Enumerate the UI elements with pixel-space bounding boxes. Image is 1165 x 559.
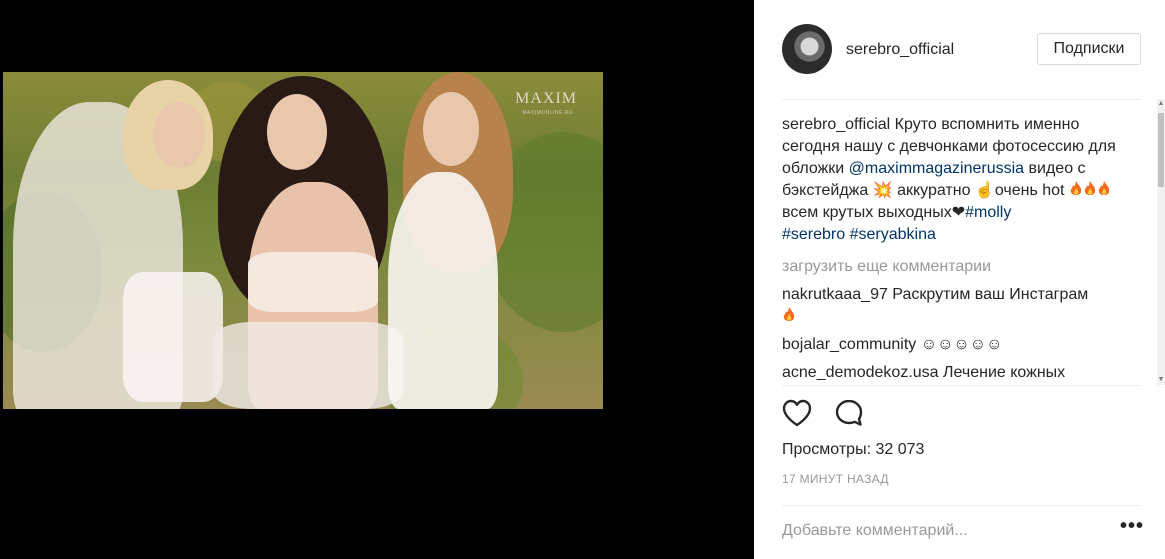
comment-username[interactable]: nakrutkaaa_97 [782, 286, 888, 303]
comment: acne_demodekoz.usa Лечение кожных [782, 362, 1154, 384]
comment-text: Лечение кожных [938, 364, 1066, 381]
comment: bojalar_community ☺☺☺☺☺ [782, 334, 1154, 356]
comments-scrollbar[interactable]: ▲ ▼ [1157, 99, 1165, 385]
post-caption: serebro_official Круто вспомнить именно … [782, 114, 1122, 246]
post-username[interactable]: serebro_official [846, 41, 954, 59]
video-player[interactable]: MAXIM MAXIMONLINE.RU [3, 72, 603, 409]
more-options-icon[interactable]: ••• [1119, 516, 1145, 540]
fire-emoji-icon [1098, 181, 1110, 195]
scroll-up-arrow-icon[interactable]: ▲ [1157, 99, 1165, 109]
divider [782, 385, 1141, 386]
load-more-comments-link[interactable]: загрузить еще комментарии [782, 256, 1154, 278]
divider [782, 99, 1141, 100]
comment-text: Раскрутим ваш Инстаграм [887, 286, 1089, 303]
caption-username[interactable]: serebro_official [782, 116, 890, 133]
view-count: Просмотры: 32 073 [782, 441, 925, 458]
divider [782, 505, 1141, 506]
post-header: serebro_official Подписки [754, 0, 1165, 99]
comment-username[interactable]: bojalar_community [782, 336, 916, 353]
caption-hashtag[interactable]: #serebro [782, 226, 845, 243]
comments-list: serebro_official Круто вспомнить именно … [782, 114, 1154, 384]
caption-text-3: всем крутых выходных❤ [782, 204, 966, 221]
following-button[interactable]: Подписки [1037, 33, 1141, 65]
comment-username[interactable]: acne_demodekoz.usa [782, 364, 939, 381]
media-area: MAXIM MAXIMONLINE.RU [0, 0, 754, 559]
post-panel: serebro_official Подписки serebro_offici… [754, 0, 1165, 559]
fire-emoji-icon [1070, 181, 1082, 195]
comment: nakrutkaaa_97 Раскрутим ваш Инстаграм [782, 284, 1154, 328]
fire-emoji-icon [783, 307, 795, 321]
caption-hashtag[interactable]: #molly [965, 204, 1011, 221]
video-watermark-subtitle: MAXIMONLINE.RU [522, 110, 573, 116]
comment-text: ☺☺☺☺☺ [916, 336, 1003, 353]
speech-bubble-icon[interactable] [834, 398, 864, 428]
fire-emoji-icon [1084, 181, 1096, 195]
avatar[interactable] [782, 24, 832, 74]
scrollbar-thumb[interactable] [1158, 113, 1164, 187]
heart-icon[interactable] [781, 398, 813, 428]
add-comment-input[interactable] [782, 519, 1092, 543]
video-watermark: MAXIM [515, 90, 577, 107]
post-timestamp: 17 МИНУТ НАЗАД [782, 472, 889, 486]
scroll-down-arrow-icon[interactable]: ▼ [1157, 375, 1165, 385]
caption-hashtag[interactable]: #seryabkina [850, 226, 936, 243]
caption-mention[interactable]: @maximmagazinerussia [849, 160, 1024, 177]
